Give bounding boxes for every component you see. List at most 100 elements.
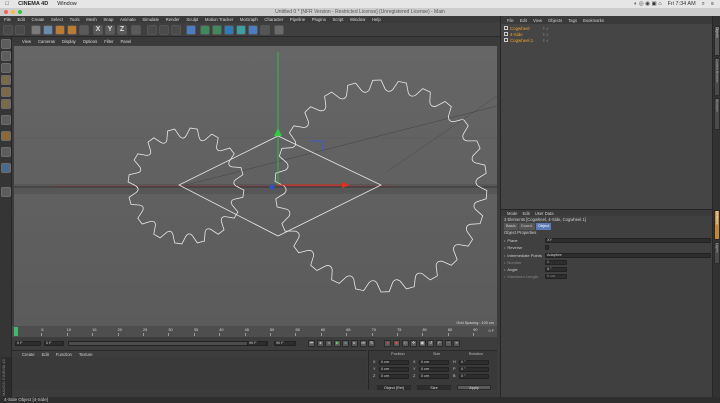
apple-icon[interactable]:  xyxy=(5,1,9,7)
scale-key-icon[interactable]: ▣ xyxy=(418,340,426,347)
position-y-field[interactable]: 0 cm xyxy=(379,367,409,372)
material-menu-edit[interactable]: Edit xyxy=(42,352,49,357)
nurbs-icon[interactable] xyxy=(212,24,222,35)
object-menu-edit[interactable]: Edit xyxy=(520,18,527,23)
expand-icon[interactable] xyxy=(504,26,508,30)
texture-mode-icon[interactable] xyxy=(1,51,11,61)
list-icon[interactable]: ≡ xyxy=(711,1,714,8)
record-icon[interactable]: ● xyxy=(384,340,392,347)
apply-button[interactable]: Apply xyxy=(457,385,491,390)
viewport[interactable]: Perspective Grid Spacing : 100 cm xyxy=(14,46,497,326)
snap-icon[interactable] xyxy=(1,147,11,157)
pla-key-icon[interactable]: ⋯ xyxy=(444,340,452,347)
menu-file[interactable]: File xyxy=(4,17,11,22)
tab-layers[interactable]: Layers xyxy=(714,242,720,264)
menu-select[interactable]: Select xyxy=(51,17,63,22)
viewport-menu-view[interactable]: View xyxy=(22,39,31,44)
render-view-icon[interactable] xyxy=(147,24,157,35)
playhead-icon[interactable] xyxy=(14,327,18,336)
size-y-field[interactable]: 0 cm xyxy=(419,367,449,372)
play-icon[interactable]: ▶ xyxy=(333,340,341,347)
angle-field[interactable]: 5 ° xyxy=(545,266,567,272)
locked-workplane-icon[interactable] xyxy=(1,163,11,173)
parameter-key-icon[interactable]: P xyxy=(435,340,443,347)
next-frame-icon[interactable]: ▹ xyxy=(342,340,350,347)
attribute-menu-mode[interactable]: Mode xyxy=(507,211,517,216)
scale-icon[interactable] xyxy=(55,24,65,35)
position-z-field[interactable]: 0 cm xyxy=(379,374,409,379)
redo-icon[interactable] xyxy=(15,24,25,35)
object-row[interactable]: Cogwheel.1 ⠇✓ xyxy=(501,37,712,43)
menu-help[interactable]: Help xyxy=(372,17,381,22)
start-frame-field[interactable]: 0 F xyxy=(15,341,41,346)
menu-mograph[interactable]: MoGraph xyxy=(240,17,258,22)
keyframe-selection-icon[interactable]: ◇ xyxy=(401,340,409,347)
rotation-key-icon[interactable]: ↺ xyxy=(427,340,435,347)
expand-icon[interactable] xyxy=(504,38,508,42)
timeline-icon[interactable]: ≡ xyxy=(453,340,461,347)
min-frame-field[interactable]: 0 F xyxy=(44,341,64,346)
next-key-icon[interactable]: ▸ xyxy=(350,340,358,347)
edges-mode-icon[interactable] xyxy=(1,87,11,97)
recent-tools-icon[interactable] xyxy=(79,24,89,35)
attribute-menu-edit[interactable]: Edit xyxy=(522,211,529,216)
expand-icon[interactable] xyxy=(504,32,508,36)
reverse-checkbox[interactable] xyxy=(545,244,549,250)
menu-create[interactable]: Create xyxy=(32,17,45,22)
solo-icon[interactable] xyxy=(1,187,11,197)
rotation-p-field[interactable]: 0 ° xyxy=(459,367,489,372)
tab-objects[interactable]: Objects xyxy=(714,26,720,56)
render-settings-icon[interactable] xyxy=(171,24,181,35)
polygons-mode-icon[interactable] xyxy=(1,99,11,109)
camera-icon[interactable] xyxy=(260,24,270,35)
preview-range-slider[interactable] xyxy=(68,341,268,346)
menu-character[interactable]: Character xyxy=(264,17,283,22)
visibility-icon[interactable]: ⠇✓ xyxy=(543,38,549,43)
goto-start-icon[interactable]: ⏮ xyxy=(308,340,315,347)
position-key-icon[interactable]: ✣ xyxy=(410,340,418,347)
z-axis-handle-icon[interactable] xyxy=(269,184,275,190)
scene-icon[interactable] xyxy=(248,24,258,35)
object-name[interactable]: Cogwheel.1 xyxy=(510,38,533,43)
menu-motion-tracker[interactable]: Motion Tracker xyxy=(205,17,233,22)
tab-object[interactable]: Object xyxy=(535,223,552,230)
intermediate-points-select[interactable]: Adaptive xyxy=(545,252,711,258)
cube-icon[interactable] xyxy=(186,24,196,35)
menu-snap[interactable]: Snap xyxy=(103,17,113,22)
viewport-menu-panel[interactable]: Panel xyxy=(121,39,132,44)
size-z-field[interactable]: 0 cm xyxy=(419,374,449,379)
menu-animate[interactable]: Animate xyxy=(120,17,136,22)
menu-mesh[interactable]: Mesh xyxy=(86,17,97,22)
size-x-field[interactable]: 0 cm xyxy=(419,360,449,365)
deformer-icon[interactable] xyxy=(236,24,246,35)
search-icon[interactable]: ⌕ xyxy=(702,1,705,8)
menu-script[interactable]: Script xyxy=(332,17,343,22)
axis-mode-icon[interactable] xyxy=(1,115,11,125)
rotate-icon[interactable] xyxy=(67,24,77,35)
prev-key-icon[interactable]: ◂ xyxy=(316,340,324,347)
timeline-ruler[interactable]: 051015202530354045505560657075808590 0 F xyxy=(12,326,497,337)
object-menu-bookmarks[interactable]: Bookmarks xyxy=(583,18,604,23)
z-axis-lock-icon[interactable]: Z xyxy=(117,24,127,35)
undo-icon[interactable] xyxy=(3,24,13,35)
autokey-icon[interactable]: ◉ xyxy=(392,340,400,347)
menu-tools[interactable]: Tools xyxy=(70,17,80,22)
menu-simulate[interactable]: Simulate xyxy=(142,17,159,22)
live-selection-icon[interactable] xyxy=(31,24,41,35)
size-mode-select[interactable]: Size xyxy=(417,385,451,390)
light-icon[interactable] xyxy=(274,24,284,35)
material-menu-create[interactable]: Create xyxy=(22,352,35,357)
coordinate-system-icon[interactable] xyxy=(131,24,141,35)
viewport-menu-cameras[interactable]: Cameras xyxy=(38,39,55,44)
move-icon[interactable] xyxy=(43,24,53,35)
app-menu[interactable]: CINEMA 4D xyxy=(18,1,48,7)
object-name[interactable]: 4-Side xyxy=(510,32,523,37)
plane-select[interactable]: XY xyxy=(545,237,711,243)
workplane-icon[interactable] xyxy=(1,63,11,73)
object-menu-tags[interactable]: Tags xyxy=(568,18,577,23)
end-frame-field[interactable]: 90 F xyxy=(274,341,296,346)
tab-attributes[interactable]: Attributes xyxy=(714,210,720,240)
array-icon[interactable] xyxy=(224,24,234,35)
viewport-menu-filter[interactable]: Filter xyxy=(104,39,113,44)
menu-plugins[interactable]: Plugins xyxy=(312,17,326,22)
